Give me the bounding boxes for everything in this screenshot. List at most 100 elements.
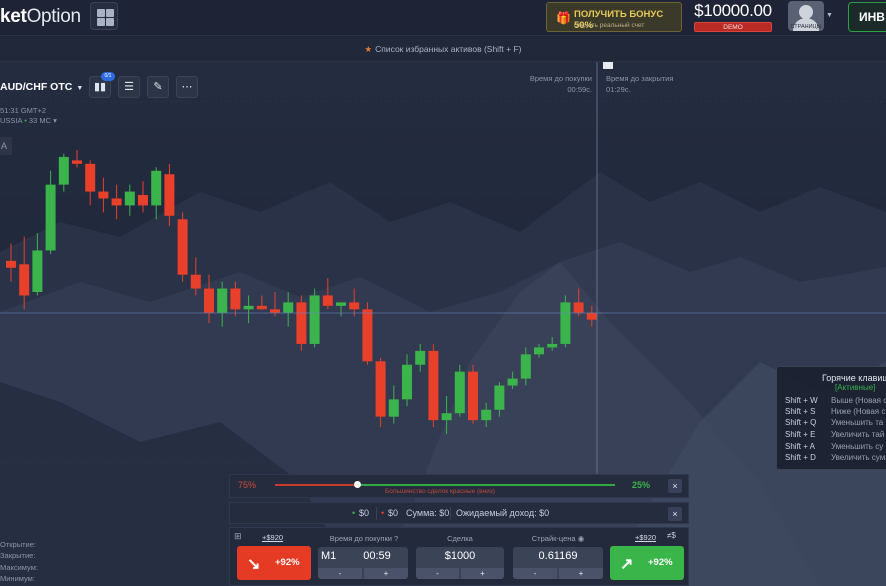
candle-body [124, 191, 135, 206]
user-icon [799, 5, 813, 19]
up-amount: $0 [359, 508, 370, 518]
candle-body [296, 302, 307, 344]
candlestick-chart[interactable] [0, 62, 886, 482]
strike-price-field[interactable]: 0.61169 - + [513, 547, 603, 579]
time-unit[interactable]: M1 [321, 550, 336, 562]
candle [428, 343, 439, 428]
logo[interactable]: ketOption [0, 6, 81, 28]
candle-body [468, 371, 478, 421]
candle-body [547, 343, 558, 348]
auto-scale-button[interactable]: A [0, 137, 12, 155]
up-marker: • [352, 508, 356, 518]
amount-value[interactable]: $1000 [416, 550, 504, 562]
candle-body [560, 302, 571, 344]
candle-body [415, 350, 426, 365]
amount-decrease-button[interactable]: - [416, 568, 459, 579]
arrow-down-icon: ↘ [247, 556, 261, 573]
candle [468, 364, 478, 424]
close-time-value: 01:29c. [606, 85, 631, 94]
strike-label: Страйк-цена ◉ [531, 534, 585, 543]
time-field[interactable]: M1 00:59 - + [318, 547, 408, 579]
favorites-text: Список избранных активов (Shift + F) [375, 44, 522, 54]
candle [45, 170, 56, 254]
hotkeys-panel[interactable]: Горячие клавиш [Активные] Shift + W Выше … [776, 366, 886, 470]
divider [376, 507, 377, 520]
close-icon[interactable]: × [668, 479, 682, 493]
time-decrease-button[interactable]: - [318, 568, 362, 579]
candle [375, 357, 386, 428]
drawing-button[interactable]: ✎ [147, 76, 169, 98]
candle [85, 160, 96, 206]
balance-widget[interactable]: $10000.00 DEMO [694, 1, 772, 32]
candle [256, 295, 267, 310]
candle [336, 302, 346, 317]
candle-body [98, 191, 109, 199]
top-bar: ketOption 🎁 ПОЛУЧИТЬ БОНУС 50% открыть р… [0, 0, 886, 36]
candle-body [177, 219, 188, 275]
candle-body [138, 195, 148, 206]
candle-body [58, 156, 69, 185]
buy-time-label: Время до покупки [529, 74, 592, 83]
down-marker: • [381, 508, 385, 518]
indicator-count-badge: 0/1 [101, 72, 115, 81]
close-icon[interactable]: × [668, 507, 682, 521]
candle [560, 295, 571, 348]
candle [454, 364, 465, 417]
candle [6, 243, 16, 282]
strike-decrease-button[interactable]: - [513, 568, 557, 579]
sell-down-button[interactable]: ↘ +92% [237, 546, 311, 580]
candle-body [270, 309, 280, 313]
candle [217, 281, 228, 327]
hotkey-row: Shift + S Ниже (Новая с [785, 407, 886, 416]
favorites-bar[interactable]: ★ Список избранных активов (Shift + F) [0, 36, 886, 62]
time-increase-button[interactable]: + [364, 568, 408, 579]
candle [349, 288, 360, 317]
hotkey-row: Shift + W Выше (Новая с [785, 396, 886, 405]
amount-field[interactable]: $1000 - + [416, 547, 504, 579]
expand-icon[interactable]: ⊞ [234, 531, 242, 542]
invest-button[interactable]: ИНВ [848, 2, 886, 32]
avatar[interactable]: СТРАНИЦЫ [788, 1, 824, 31]
brush-icon: ✎ [153, 81, 163, 93]
payout-mode-toggle[interactable]: ≠$ [667, 531, 676, 540]
chevron-down-icon: ▼ [76, 85, 84, 92]
candle [547, 337, 558, 351]
server-time: 51:31 GMT+2 [0, 106, 47, 115]
candle-body [217, 288, 228, 313]
up-payout-amount: +$920 [635, 533, 657, 542]
stat-high-label: Максимум: [0, 563, 38, 572]
asset-selector[interactable]: AUD/CHF OTC ▼ [0, 76, 84, 98]
buy-up-button[interactable]: ↗ +92% [610, 546, 684, 580]
hotkey-row: Shift + Q Уменьшить та [785, 418, 884, 427]
close-time-label: Время до закрытия [606, 74, 674, 83]
account-type-badge: DEMO [694, 22, 772, 32]
time-label: Время до покупки ? [329, 534, 399, 543]
bonus-subtitle: открыть реальный счет [574, 22, 645, 29]
candle [283, 292, 294, 327]
grid-icon [97, 9, 105, 17]
candle [481, 402, 492, 428]
more-button[interactable]: ⋯ [176, 76, 198, 98]
time-value[interactable]: 00:59 [348, 550, 406, 562]
chevron-down-icon[interactable]: ▼ [826, 12, 833, 19]
candle-body [32, 250, 43, 292]
candle [494, 382, 505, 417]
trade-panel: ⊞ +$920 ↘ +92% Время до покупки ? M1 00:… [229, 527, 689, 586]
strike-price-value[interactable]: 0.61169 [513, 550, 603, 562]
hotkeys-title: Горячие клавиш [822, 373, 886, 383]
candle [441, 395, 452, 434]
hotkeys-status: [Активные] [835, 383, 876, 392]
candle [72, 150, 82, 168]
candle [309, 288, 320, 348]
candle [402, 354, 412, 407]
apps-grid-button[interactable] [90, 2, 118, 30]
bonus-button[interactable]: 🎁 ПОЛУЧИТЬ БОНУС 50% открыть реальный сч… [546, 2, 682, 32]
stat-low-label: Минимум: [0, 574, 35, 583]
traders-sentiment-bar: 75% Большинство сделок красные (вниз) 25… [229, 474, 689, 498]
amount-increase-button[interactable]: + [461, 568, 504, 579]
candle [573, 288, 584, 317]
stat-open-label: Открытие: [0, 540, 36, 549]
candle-body [520, 354, 531, 379]
strike-increase-button[interactable]: + [559, 568, 603, 579]
settings-button[interactable]: ☰ [118, 76, 140, 98]
